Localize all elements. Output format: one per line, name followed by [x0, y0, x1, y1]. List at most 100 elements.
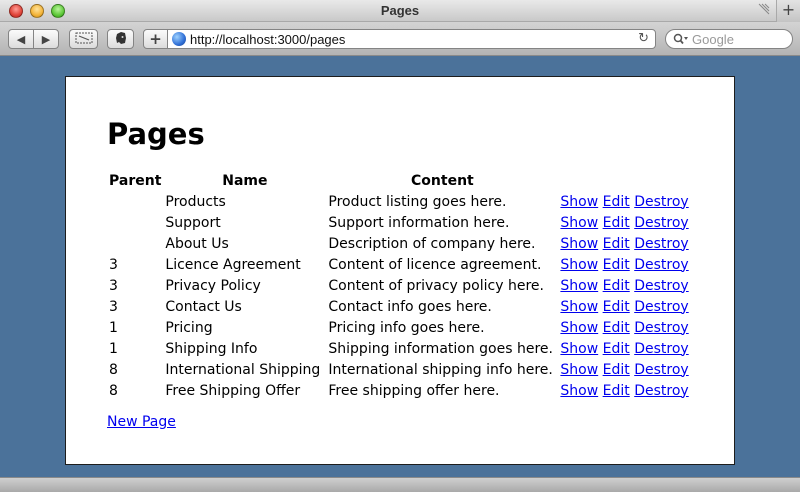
destroy-link[interactable]: Destroy [634, 362, 688, 378]
edit-link[interactable]: Edit [603, 383, 630, 399]
cell-name: Licence Agreement [165, 256, 301, 273]
edit-link[interactable]: Edit [603, 236, 630, 252]
window-title: Pages [380, 3, 420, 18]
edit-link[interactable]: Edit [603, 362, 630, 378]
cell-actions: Show Edit Destroy [558, 191, 690, 212]
cell-content: Support information here. [328, 214, 510, 231]
add-bookmark-button[interactable]: + [143, 29, 168, 49]
edit-link[interactable]: Edit [603, 341, 630, 357]
edit-link[interactable]: Edit [603, 215, 630, 231]
search-icon[interactable] [673, 33, 689, 45]
address-bar[interactable]: http://localhost:3000/pages ↻ [167, 29, 656, 49]
show-link[interactable]: Show [560, 194, 598, 210]
cell-content: Contact info goes here. [328, 298, 492, 315]
table-row: 1 Pricing Pricing info goes here. Show E… [107, 317, 691, 338]
show-link[interactable]: Show [560, 320, 598, 336]
cell-actions: Show Edit Destroy [558, 254, 690, 275]
cell-name: About Us [165, 235, 229, 252]
destroy-link[interactable]: Destroy [634, 278, 688, 294]
new-page-link[interactable]: New Page [107, 414, 176, 430]
table-row: About Us Description of company here. Sh… [107, 233, 691, 254]
forward-button[interactable]: ▶ [33, 29, 59, 49]
back-button[interactable]: ◀ [8, 29, 34, 49]
cell-parent [107, 191, 163, 212]
column-header-actions [558, 170, 690, 191]
table-row: 8 Free Shipping Offer Free shipping offe… [107, 380, 691, 401]
cell-actions: Show Edit Destroy [558, 338, 690, 359]
show-link[interactable]: Show [560, 299, 598, 315]
cell-actions: Show Edit Destroy [558, 380, 690, 401]
reload-icon[interactable]: ↻ [638, 31, 649, 46]
page-content: Pages Parent Name Content Products Produ… [65, 76, 735, 465]
table-row: 3 Privacy Policy Content of privacy poli… [107, 275, 691, 296]
show-link[interactable]: Show [560, 341, 598, 357]
show-link[interactable]: Show [560, 362, 598, 378]
cell-parent: 3 [109, 277, 118, 294]
cell-name: Privacy Policy [165, 277, 261, 294]
cell-parent [107, 212, 163, 233]
cell-content: Pricing info goes here. [328, 319, 485, 336]
destroy-link[interactable]: Destroy [634, 383, 688, 399]
cell-content: Content of privacy policy here. [328, 277, 544, 294]
show-link[interactable]: Show [560, 215, 598, 231]
resize-grip-icon [756, 3, 770, 17]
edit-link[interactable]: Edit [603, 194, 630, 210]
cell-parent: 8 [109, 361, 118, 378]
evernote-button[interactable] [107, 29, 134, 49]
cell-parent: 1 [109, 340, 118, 357]
table-row: 8 International Shipping International s… [107, 359, 691, 380]
cell-content: Description of company here. [328, 235, 536, 252]
search-field[interactable] [665, 29, 793, 49]
cell-parent: 3 [109, 256, 118, 273]
table-header-row: Parent Name Content [107, 170, 691, 191]
destroy-link[interactable]: Destroy [634, 236, 688, 252]
column-header-content: Content [411, 172, 474, 189]
table-row: 1 Shipping Info Shipping information goe… [107, 338, 691, 359]
cell-actions: Show Edit Destroy [558, 275, 690, 296]
cell-actions: Show Edit Destroy [558, 359, 690, 380]
globe-icon [172, 32, 186, 46]
destroy-link[interactable]: Destroy [634, 299, 688, 315]
show-link[interactable]: Show [560, 383, 598, 399]
cell-parent: 3 [109, 298, 118, 315]
edit-link[interactable]: Edit [603, 257, 630, 273]
cell-name: Pricing [165, 319, 213, 336]
destroy-link[interactable]: Destroy [634, 341, 688, 357]
cell-parent [107, 233, 163, 254]
table-row: 3 Contact Us Contact info goes here. Sho… [107, 296, 691, 317]
show-link[interactable]: Show [560, 236, 598, 252]
elephant-icon [114, 31, 128, 48]
destroy-link[interactable]: Destroy [634, 215, 688, 231]
show-link[interactable]: Show [560, 278, 598, 294]
back-arrow-icon: ◀ [16, 32, 26, 46]
destroy-link[interactable]: Destroy [634, 257, 688, 273]
edit-link[interactable]: Edit [603, 278, 630, 294]
cell-content: Free shipping offer here. [328, 382, 500, 399]
pages-table: Parent Name Content Products Product lis… [107, 170, 691, 401]
cell-actions: Show Edit Destroy [558, 296, 690, 317]
table-row: 3 Licence Agreement Content of licence a… [107, 254, 691, 275]
column-header-parent: Parent [109, 172, 162, 189]
url-text[interactable]: http://localhost:3000/pages [190, 32, 345, 47]
edit-link[interactable]: Edit [603, 299, 630, 315]
new-tab-button[interactable]: + [776, 0, 800, 22]
page-title: Pages [107, 117, 205, 151]
destroy-link[interactable]: Destroy [634, 320, 688, 336]
status-bar [0, 477, 800, 492]
destroy-link[interactable]: Destroy [634, 194, 688, 210]
cell-content: Content of licence agreement. [328, 256, 542, 273]
cell-name: Contact Us [165, 298, 242, 315]
cell-name: Products [165, 193, 226, 210]
cell-parent: 8 [109, 382, 118, 399]
show-link[interactable]: Show [560, 257, 598, 273]
browser-toolbar: ◀ ▶ + http://localhost:3000/pages ↻ [0, 22, 800, 56]
table-row: Support Support information here. Show E… [107, 212, 691, 233]
cell-content: Shipping information goes here. [328, 340, 553, 357]
search-input[interactable] [692, 31, 787, 47]
cell-content: Product listing goes here. [328, 193, 507, 210]
snippet-button[interactable] [69, 29, 98, 49]
table-row: Products Product listing goes here. Show… [107, 191, 691, 212]
snippet-icon [75, 32, 93, 47]
cell-content: International shipping info here. [328, 361, 553, 378]
edit-link[interactable]: Edit [603, 320, 630, 336]
